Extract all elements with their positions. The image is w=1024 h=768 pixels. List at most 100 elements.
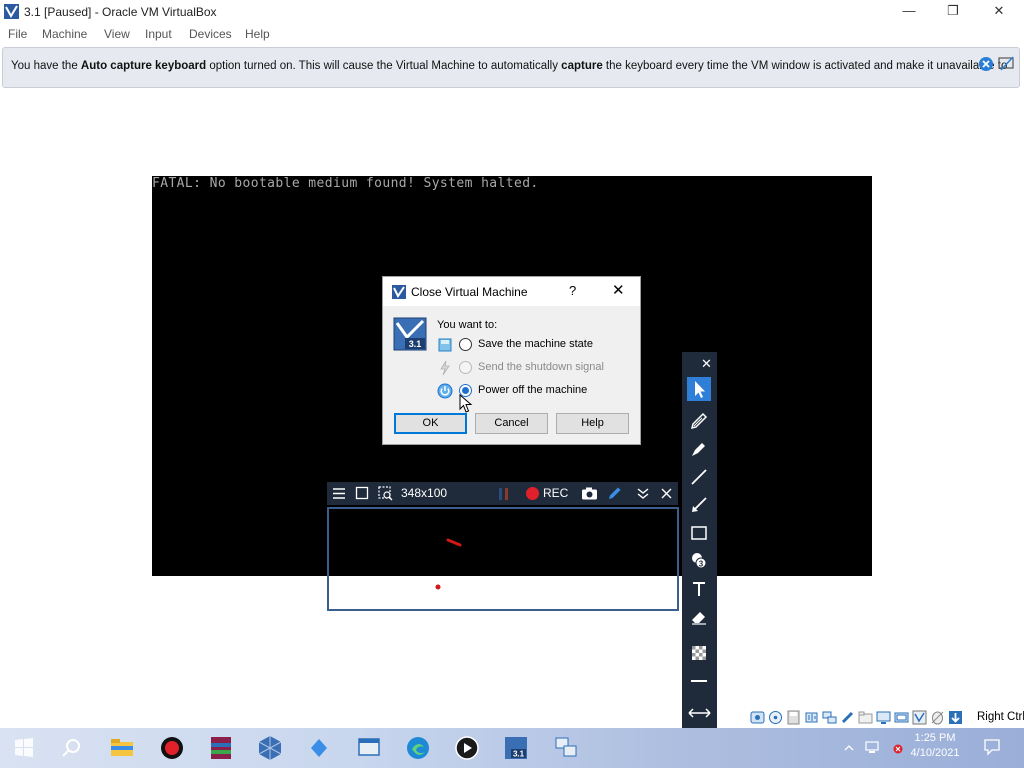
dialog-help-icon[interactable]: ?	[569, 283, 576, 298]
notice-close-icon[interactable]	[978, 56, 994, 72]
notice-text-bold-keyboard: Auto capture keyboard	[80, 60, 207, 72]
close-button[interactable]: ✕	[976, 0, 1022, 24]
audio-level-icon	[499, 488, 508, 500]
mouse-pointer-icon	[459, 394, 473, 413]
app-icon-window[interactable]	[355, 734, 383, 762]
vm-status-bar: Right Ctrl	[748, 708, 1024, 728]
tray-network-icon[interactable]	[864, 740, 880, 754]
start-button-icon[interactable]	[10, 734, 38, 762]
power-off-icon	[437, 383, 453, 399]
capture-size-label: 348x100	[401, 486, 448, 500]
capture-toolbar: 348x100 REC	[327, 482, 678, 505]
opacity-tool-icon[interactable]	[687, 641, 711, 665]
menu-help[interactable]: Help	[245, 27, 270, 41]
app-icon-blue[interactable]	[305, 734, 333, 762]
notice-text-suffix: the keyboard every time the VM window is…	[602, 60, 1008, 72]
collapse-chevrons-icon[interactable]	[636, 486, 650, 501]
cancel-button[interactable]: Cancel	[475, 413, 548, 434]
notice-suppress-icon[interactable]	[998, 56, 1016, 72]
menu-input[interactable]: Input	[145, 27, 172, 41]
vm-os-icon-label: 3.1	[409, 339, 422, 349]
ok-button[interactable]: OK	[394, 413, 467, 434]
tray-warning-icon[interactable]	[893, 744, 903, 754]
notification-center-icon[interactable]	[983, 738, 1001, 756]
windows-taskbar: 3.1 1:25 PM 4/10/2021	[0, 728, 1024, 768]
region-select-icon[interactable]	[355, 486, 369, 501]
vm-3-1-taskbar-icon[interactable]: 3.1	[502, 734, 530, 762]
virtualization-icon[interactable]	[912, 710, 927, 725]
drawing-toolbar-close-icon[interactable]: ✕	[701, 356, 712, 372]
network-app-icon[interactable]	[552, 734, 580, 762]
shutdown-signal-icon	[440, 360, 450, 376]
capture-region-frame[interactable]	[327, 507, 679, 611]
capture-close-icon[interactable]	[660, 486, 673, 501]
notice-message: You have the Auto capture keyboard optio…	[11, 60, 1007, 72]
annotation-red-stroke	[446, 538, 462, 547]
menu-file[interactable]: File	[8, 27, 27, 41]
window-capture-icon[interactable]	[378, 486, 393, 501]
recorder-app-icon[interactable]	[158, 734, 186, 762]
hamburger-menu-icon[interactable]	[332, 486, 346, 501]
keyboard-capture-icon[interactable]	[948, 710, 963, 725]
screenshot-camera-icon[interactable]	[581, 486, 598, 501]
drawing-toolbar: ✕ 3	[682, 352, 717, 728]
arrow-tool-icon[interactable]	[687, 493, 711, 517]
shutdown-signal-radio	[459, 361, 472, 374]
record-label[interactable]: REC	[543, 486, 568, 501]
marker-tool-icon[interactable]	[687, 437, 711, 461]
usb-icon[interactable]	[840, 710, 855, 725]
shutdown-signal-label: Send the shutdown signal	[478, 361, 604, 373]
virtualbox-app-icon	[4, 4, 19, 19]
audio-icon[interactable]	[804, 710, 819, 725]
pointer-tool-icon[interactable]	[687, 377, 711, 401]
hard-disk-icon[interactable]	[750, 710, 765, 725]
network-icon[interactable]	[822, 710, 837, 725]
drawing-toolbar-expand-icon[interactable]	[682, 702, 717, 724]
menu-machine[interactable]: Machine	[42, 27, 87, 41]
floppy-icon[interactable]	[786, 710, 801, 725]
vm-os-icon: 3.1	[393, 317, 427, 351]
option-save-state[interactable]: Save the machine state	[437, 336, 637, 354]
dialog-close-icon[interactable]: ✕	[612, 281, 625, 299]
counter-tool-icon[interactable]: 3	[687, 549, 711, 573]
display-icon[interactable]	[876, 710, 891, 725]
help-button[interactable]: Help	[556, 413, 629, 434]
virtualbox-taskbar-icon[interactable]	[256, 734, 284, 762]
winrar-icon[interactable]	[207, 734, 235, 762]
close-vm-dialog: Close Virtual Machine ? ✕ 3.1 You want t…	[382, 276, 641, 445]
taskbar-clock[interactable]: 1:25 PM	[905, 732, 965, 744]
line-width-tool-icon[interactable]	[687, 669, 711, 693]
power-off-label: Power off the machine	[478, 384, 588, 396]
optical-drive-icon[interactable]	[768, 710, 783, 725]
save-state-radio[interactable]	[459, 338, 472, 351]
notice-text-prefix: You have the	[11, 60, 81, 72]
line-tool-icon[interactable]	[687, 465, 711, 489]
svg-text:3: 3	[699, 560, 704, 569]
maximize-button[interactable]: ❐	[930, 0, 976, 24]
tray-chevron-up-icon[interactable]	[843, 742, 855, 754]
video-capture-icon[interactable]	[894, 710, 909, 725]
pencil-tool-icon[interactable]	[687, 409, 711, 433]
menu-devices[interactable]: Devices	[189, 27, 232, 41]
dialog-titlebar: Close Virtual Machine ? ✕	[383, 277, 640, 306]
host-key-label: Right Ctrl	[977, 711, 1024, 723]
media-player-icon[interactable]	[453, 734, 481, 762]
draw-pen-icon[interactable]	[607, 486, 622, 501]
record-icon[interactable]	[525, 486, 540, 501]
eraser-tool-icon[interactable]	[687, 605, 711, 629]
menu-view[interactable]: View	[104, 27, 130, 41]
file-explorer-icon[interactable]	[108, 734, 136, 762]
auto-capture-notice: You have the Auto capture keyboard optio…	[2, 47, 1020, 88]
taskbar-date[interactable]: 4/10/2021	[905, 747, 965, 759]
minimize-button[interactable]: —	[886, 0, 932, 24]
save-state-icon	[438, 338, 452, 352]
mouse-integration-icon[interactable]	[930, 710, 945, 725]
rectangle-tool-icon[interactable]	[687, 521, 711, 545]
shared-folders-icon[interactable]	[858, 710, 873, 725]
edge-browser-icon[interactable]	[404, 734, 432, 762]
search-icon[interactable]	[58, 734, 86, 762]
notice-text-middle: option turned on. This will cause the Vi…	[206, 60, 562, 72]
window-title: 3.1 [Paused] - Oracle VM VirtualBox	[24, 5, 217, 19]
text-tool-icon[interactable]	[687, 577, 711, 601]
window-titlebar: 3.1 [Paused] - Oracle VM VirtualBox — ❐ …	[0, 0, 1024, 24]
